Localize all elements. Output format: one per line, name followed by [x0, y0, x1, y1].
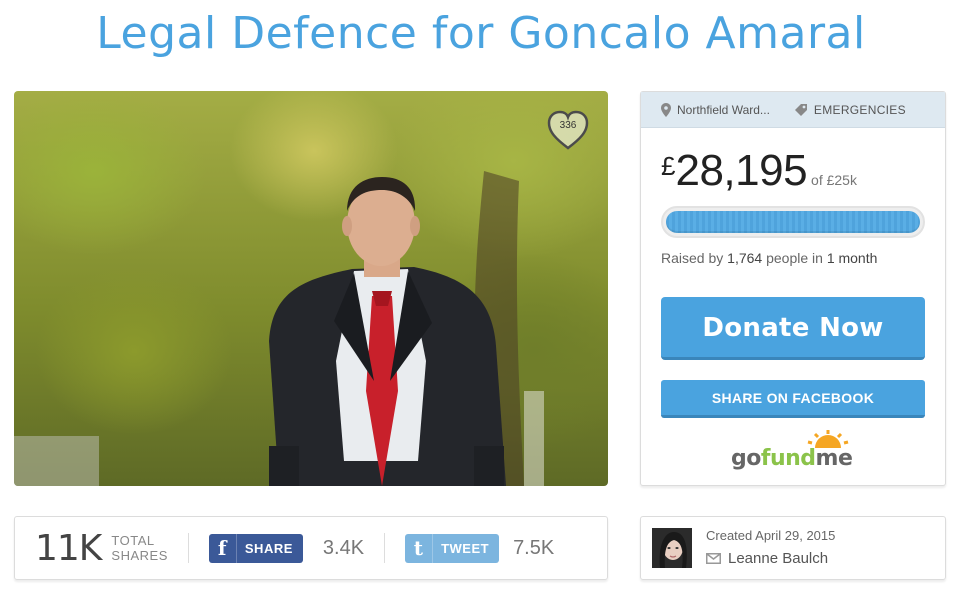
tweet-count: 7.5K [513, 536, 555, 559]
people-count: 1,764 [727, 250, 763, 266]
total-label-line-1: TOTAL [111, 533, 155, 548]
created-date: Created April 29, 2015 [706, 528, 836, 543]
organizer-name: Leanne Baulch [728, 550, 829, 567]
tweet-label: TWEET [441, 540, 490, 556]
facebook-share-label: SHARE [244, 540, 293, 556]
brand-wordmark: gofundme [731, 446, 853, 471]
category-text: EMERGENCIES [813, 102, 906, 117]
progress-fill [666, 211, 920, 233]
facebook-icon: f [209, 533, 237, 563]
goal-text: of £25k [811, 172, 857, 188]
heart-icon [547, 110, 589, 150]
location[interactable]: Northfield Ward... [661, 102, 770, 117]
favorite-heart-button[interactable]: 336 [546, 109, 590, 153]
duration: 1 month [826, 250, 878, 266]
share-on-facebook-button[interactable]: SHARE ON FACEBOOK [661, 380, 925, 418]
campaign-photo-illustration [14, 171, 544, 486]
raised-prefix: Raised by [661, 250, 728, 266]
organizer-card: Created April 29, 2015 Leanne Baulch [640, 516, 946, 580]
total-shares-count: 11K [35, 527, 102, 569]
currency-symbol: £ [661, 151, 676, 181]
twitter-icon: t [405, 533, 434, 563]
total-shares-label: TOTAL SHARES [111, 533, 167, 563]
envelope-icon [706, 553, 721, 564]
facebook-share-count: 3.4K [322, 536, 365, 559]
organizer-link[interactable]: Leanne Baulch [706, 550, 828, 567]
donation-card: Northfield Ward... EMERGENCIES £ 28,195 … [640, 91, 946, 486]
facebook-share-button[interactable]: f SHARE [208, 533, 303, 563]
brand-fund: fund [760, 446, 816, 471]
brand-me: me [815, 446, 853, 471]
total-label-line-2: SHARES [111, 548, 168, 563]
category[interactable]: EMERGENCIES [794, 103, 906, 117]
twitter-tweet-button[interactable]: t TWEET [405, 533, 500, 563]
tag-icon [794, 103, 807, 116]
share-bar: 11K TOTAL SHARES f SHARE 3.4K t TWEET 7.… [14, 516, 608, 580]
avatar[interactable] [652, 528, 692, 568]
brand-go: go [731, 446, 761, 471]
divider [384, 533, 386, 563]
amount-raised: £ 28,195 of £25k [661, 146, 857, 196]
avatar-image [652, 528, 692, 568]
card-header: Northfield Ward... EMERGENCIES [641, 92, 945, 128]
raised-summary: Raised by 1,764 people in 1 month [661, 250, 877, 266]
heart-count: 336 [559, 120, 577, 131]
raised-mid: people in [762, 250, 827, 266]
location-text: Northfield Ward... [677, 102, 770, 117]
divider [187, 533, 189, 563]
page-title: Legal Defence for Goncalo Amaral [96, 8, 866, 59]
gofundme-logo[interactable]: gofundme [731, 430, 857, 476]
campaign-photo: 336 [14, 91, 608, 486]
progress-bar [661, 206, 925, 238]
amount-value: 28,195 [675, 146, 808, 195]
location-pin-icon [661, 102, 671, 117]
donate-now-button[interactable]: Donate Now [661, 297, 925, 360]
